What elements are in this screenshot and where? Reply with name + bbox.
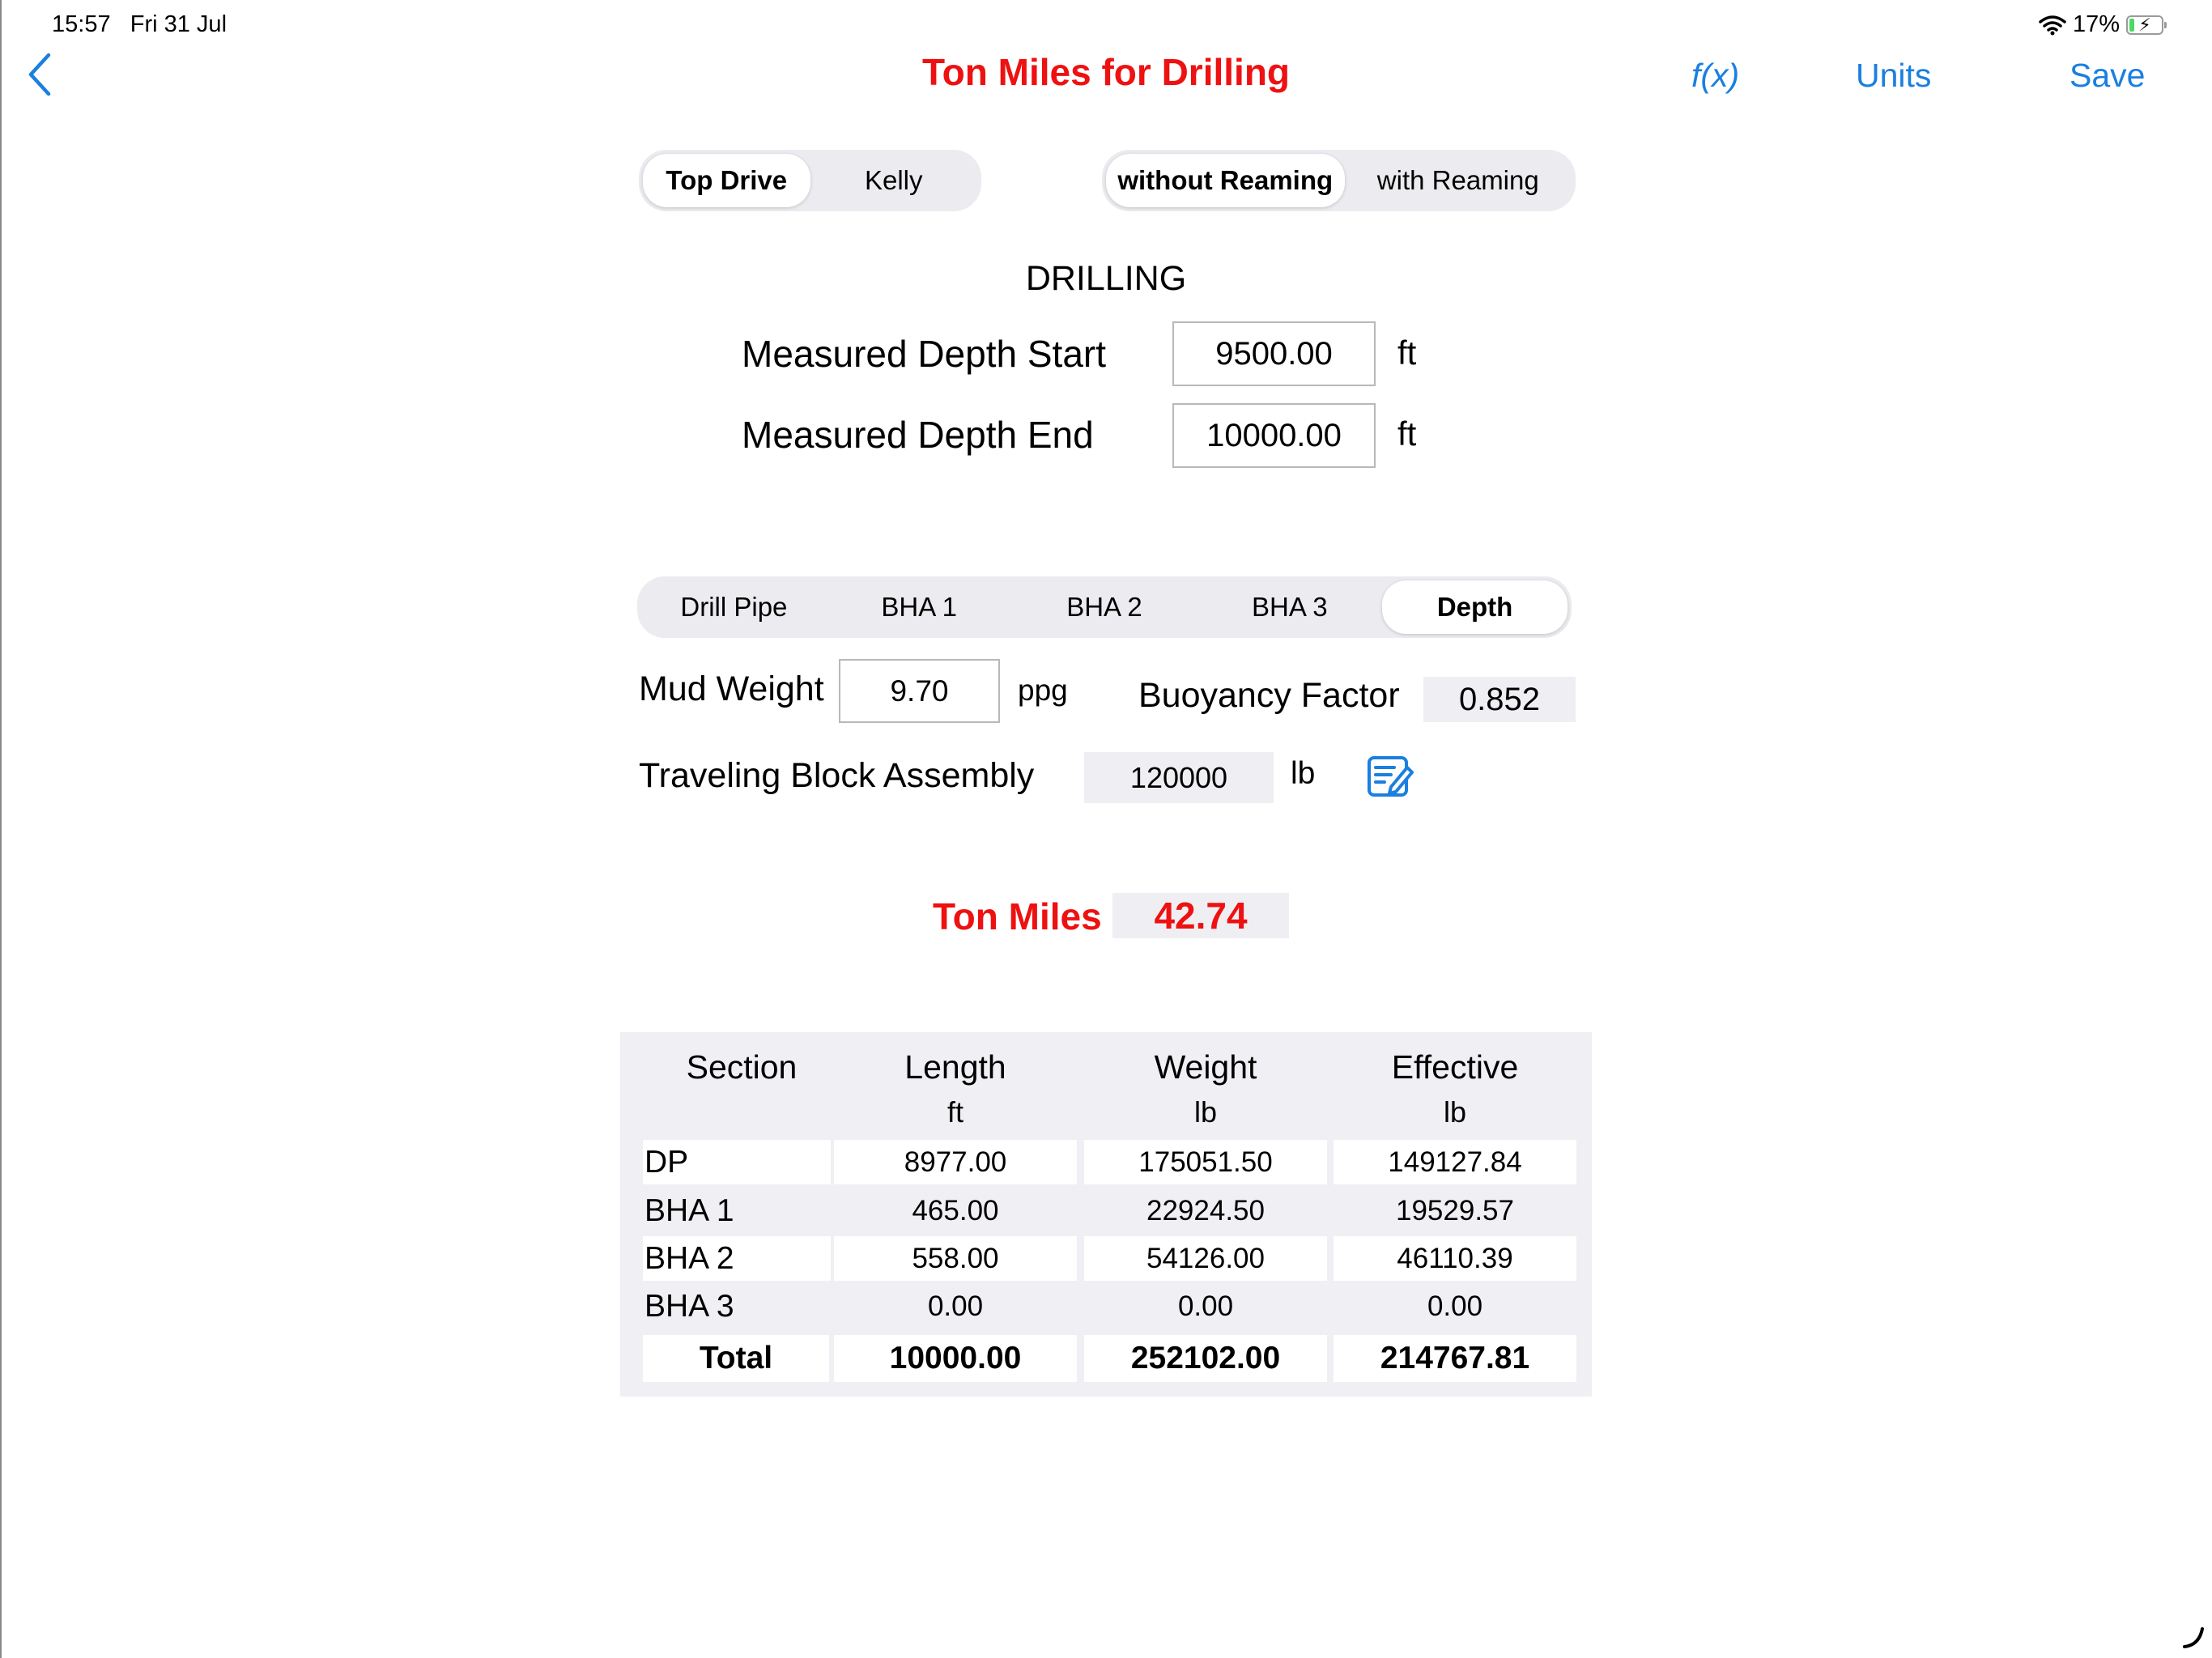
row-effective-cell: 0.00: [1427, 1290, 1483, 1322]
table-header-section: Section: [686, 1048, 798, 1086]
fx-button[interactable]: f(x): [1691, 57, 1739, 95]
table-header-effective: Effective: [1391, 1048, 1519, 1086]
tab-drill-pipe[interactable]: Drill Pipe: [641, 580, 827, 634]
reaming-segmented-control: without Reaming with Reaming: [1102, 150, 1576, 211]
wifi-icon: [2039, 15, 2066, 35]
table-header-weight: Weight: [1154, 1048, 1257, 1086]
edit-note-icon: [1368, 756, 1414, 797]
units-button[interactable]: Units: [1856, 57, 1931, 95]
total-length-cell: 10000.00: [834, 1335, 1077, 1382]
tba-value: 120000: [1084, 752, 1274, 803]
row-effective-cell: 19529.57: [1396, 1194, 1514, 1226]
drive-type-segmented-control: Top Drive Kelly: [639, 150, 981, 211]
total-effective-cell: 214767.81: [1334, 1335, 1576, 1382]
table-unit-effective: lb: [1443, 1095, 1467, 1129]
row-section-cell: BHA 2: [643, 1236, 831, 1281]
table-unit-weight: lb: [1193, 1095, 1218, 1129]
edit-tba-button[interactable]: [1367, 753, 1414, 804]
md-end-unit: ft: [1397, 414, 1417, 453]
md-end-input[interactable]: 10000.00: [1172, 403, 1376, 468]
mud-weight-label: Mud Weight: [639, 670, 824, 708]
tab-depth[interactable]: Depth: [1382, 580, 1568, 634]
segment-with-reaming[interactable]: with Reaming: [1345, 154, 1572, 207]
total-weight-cell: 252102.00: [1084, 1335, 1327, 1382]
mud-weight-input[interactable]: 9.70: [839, 659, 1000, 723]
md-end-label: Measured Depth End: [742, 414, 1094, 456]
resize-corner-handle[interactable]: [2181, 1626, 2206, 1654]
buoyancy-factor-value: 0.852: [1423, 677, 1576, 722]
table-header-length: Length: [904, 1048, 1006, 1086]
sections-table: Section Length Weight Effective ft lb lb…: [620, 1032, 1592, 1397]
tab-bha-1[interactable]: BHA 1: [827, 580, 1012, 634]
row-length-cell: 8977.00: [834, 1140, 1077, 1184]
segment-top-drive[interactable]: Top Drive: [643, 154, 810, 207]
segment-without-reaming[interactable]: without Reaming: [1106, 154, 1345, 207]
row-effective-cell: 46110.39: [1334, 1236, 1576, 1281]
buoyancy-factor-label: Buoyancy Factor: [1138, 676, 1400, 715]
tba-label: Traveling Block Assembly: [639, 756, 1035, 795]
row-length-cell: 558.00: [834, 1236, 1077, 1281]
table-unit-length: ft: [946, 1095, 963, 1129]
battery-percent: 17%: [2072, 11, 2120, 37]
row-section-cell: DP: [643, 1140, 831, 1184]
row-weight-cell: 0.00: [1177, 1290, 1234, 1322]
save-button[interactable]: Save: [2069, 57, 2145, 95]
md-start-unit: ft: [1397, 334, 1417, 372]
ton-miles-label: Ton Miles: [933, 895, 1102, 937]
md-start-label: Measured Depth Start: [742, 333, 1107, 375]
tab-bha-3[interactable]: BHA 3: [1197, 580, 1382, 634]
row-weight-cell: 22924.50: [1146, 1194, 1265, 1226]
section-tabs: Drill Pipe BHA 1 BHA 2 BHA 3 Depth: [637, 576, 1572, 638]
row-weight-cell: 54126.00: [1084, 1236, 1327, 1281]
battery-icon: ⚡: [2126, 14, 2167, 35]
status-date: Fri 31 Jul: [130, 11, 228, 37]
drilling-heading: DRILLING: [1025, 259, 1187, 298]
md-start-input[interactable]: 9500.00: [1172, 321, 1376, 386]
tab-bha-2[interactable]: BHA 2: [1012, 580, 1197, 634]
row-length-cell: 465.00: [912, 1194, 999, 1226]
status-indicators: 17% ⚡: [2039, 11, 2167, 38]
segment-kelly[interactable]: Kelly: [810, 154, 978, 207]
tba-unit: lb: [1291, 756, 1316, 791]
window-edge: [0, 0, 2, 1658]
row-section-cell: BHA 3: [644, 1288, 734, 1324]
row-weight-cell: 175051.50: [1084, 1140, 1327, 1184]
row-effective-cell: 149127.84: [1334, 1140, 1576, 1184]
charging-bolt-icon: ⚡: [2138, 14, 2151, 35]
row-section-cell: BHA 1: [644, 1192, 734, 1228]
corner-arc-icon: [2183, 1627, 2204, 1648]
ton-miles-value: 42.74: [1112, 893, 1289, 938]
status-time: 15:57 Fri 31 Jul: [52, 11, 228, 37]
row-length-cell: 0.00: [927, 1290, 984, 1322]
total-label-cell: Total: [643, 1335, 829, 1382]
mud-weight-unit: ppg: [1018, 674, 1068, 707]
